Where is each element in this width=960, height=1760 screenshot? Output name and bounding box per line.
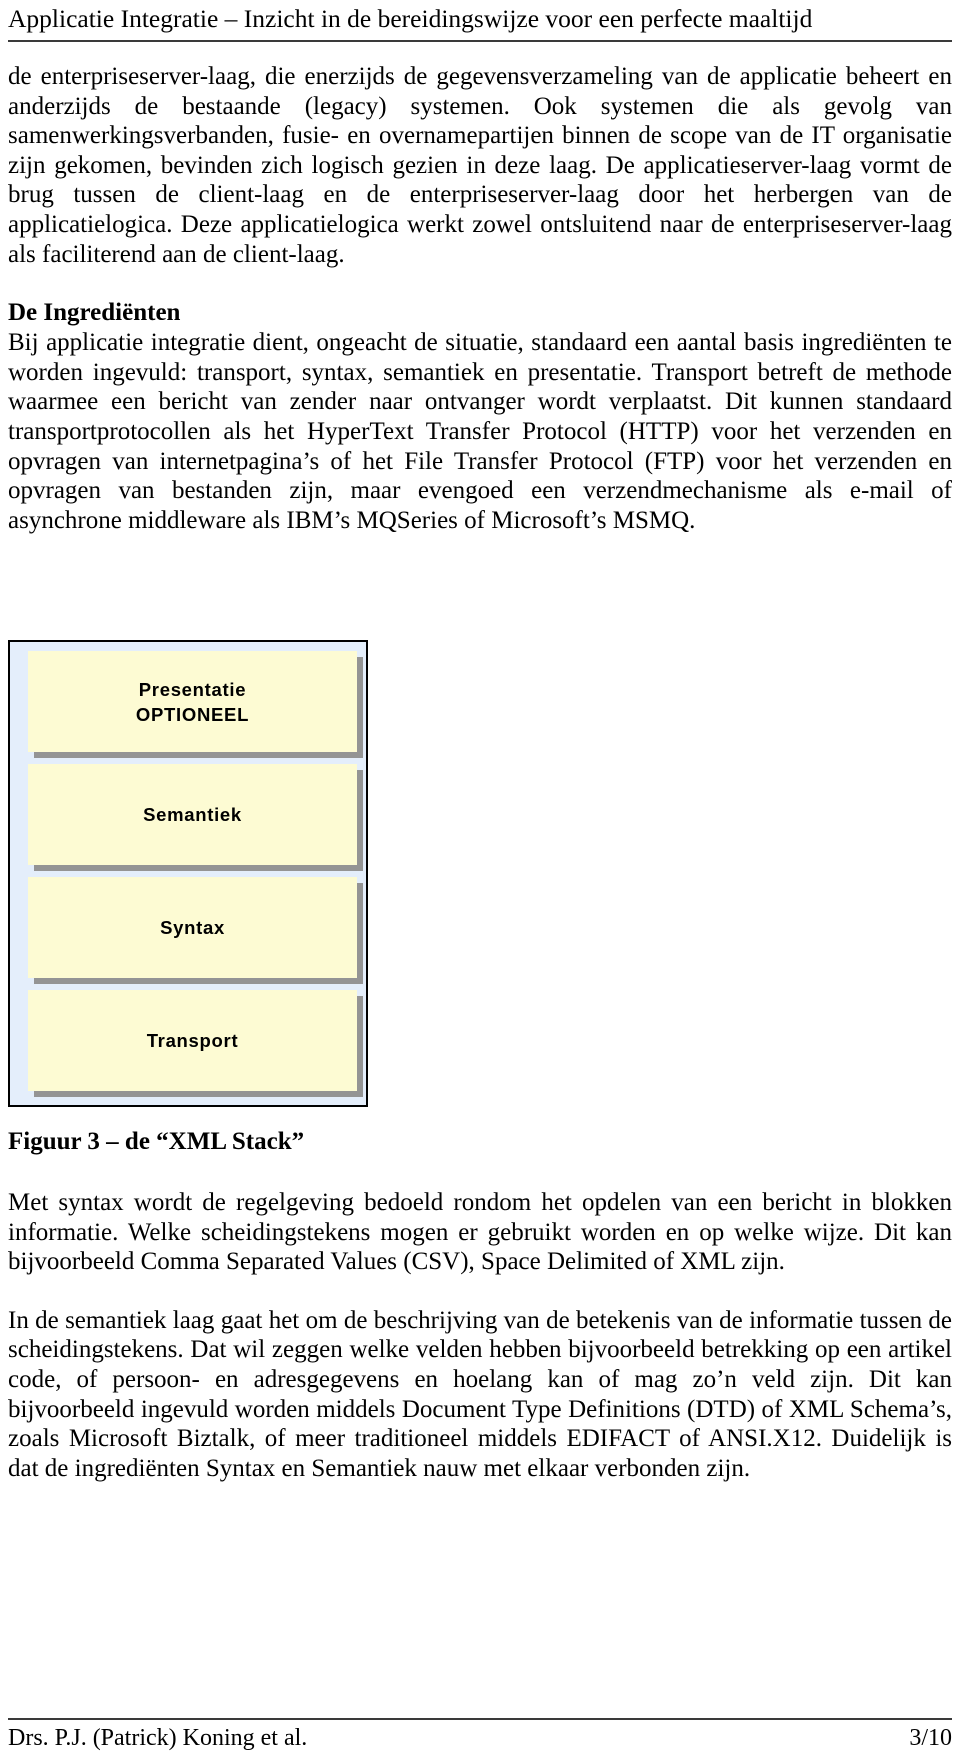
paragraph-syntax: Met syntax wordt de regelgeving bedoeld … [8, 1189, 952, 1276]
main-content-upper: de enterpriseserver-laag, die enerzijds … [8, 62, 952, 535]
figure-xml-stack: Presentatie OPTIONEEL Semantiek Syntax T… [8, 640, 952, 1107]
header-divider [8, 40, 952, 42]
section-heading-ingredienten: De Ingrediënten [8, 299, 181, 327]
footer-page-number: 3/10 [909, 1725, 952, 1751]
stack-box-label-line1: Syntax [160, 917, 225, 938]
paragraph-ingredienten: Bij applicatie integratie dient, ongeach… [8, 329, 952, 534]
stack-box: Transport [28, 990, 357, 1091]
footer-author: Drs. P.J. (Patrick) Koning et al. [8, 1725, 308, 1751]
paragraph-semantiek: In de semantiek laag gaat het om de besc… [8, 1306, 952, 1482]
stack-box-label-line2: OPTIONEEL [135, 703, 250, 725]
stack-layer-syntax: Syntax [28, 877, 363, 984]
stack-container: Presentatie OPTIONEEL Semantiek Syntax T… [8, 640, 368, 1107]
figure-caption: Figuur 3 – de “XML Stack” [8, 1128, 305, 1155]
document-page: Applicatie Integratie – Inzicht in de be… [0, 0, 960, 1760]
stack-layer-presentatie: Presentatie OPTIONEEL [28, 651, 363, 758]
stack-box-label-line1: Semantiek [143, 804, 242, 825]
document-footer: Drs. P.J. (Patrick) Koning et al. 3/10 [8, 1723, 952, 1753]
document-header: Applicatie Integratie – Inzicht in de be… [8, 4, 952, 34]
stack-layer-transport: Transport [28, 990, 363, 1097]
stack-box-label-line1: Presentatie [138, 678, 247, 700]
stack-box: Semantiek [28, 764, 357, 865]
stack-box: Syntax [28, 877, 357, 978]
paragraph-intro: de enterpriseserver-laag, die enerzijds … [8, 63, 952, 268]
stack-box: Presentatie OPTIONEEL [28, 651, 357, 752]
stack-layer-semantiek: Semantiek [28, 764, 363, 871]
header-title: Applicatie Integratie – Inzicht in de be… [8, 4, 813, 33]
footer-divider [8, 1718, 952, 1720]
main-content-lower: Met syntax wordt de regelgeving bedoeld … [8, 1188, 952, 1483]
stack-box-label-line1: Transport [146, 1030, 239, 1051]
